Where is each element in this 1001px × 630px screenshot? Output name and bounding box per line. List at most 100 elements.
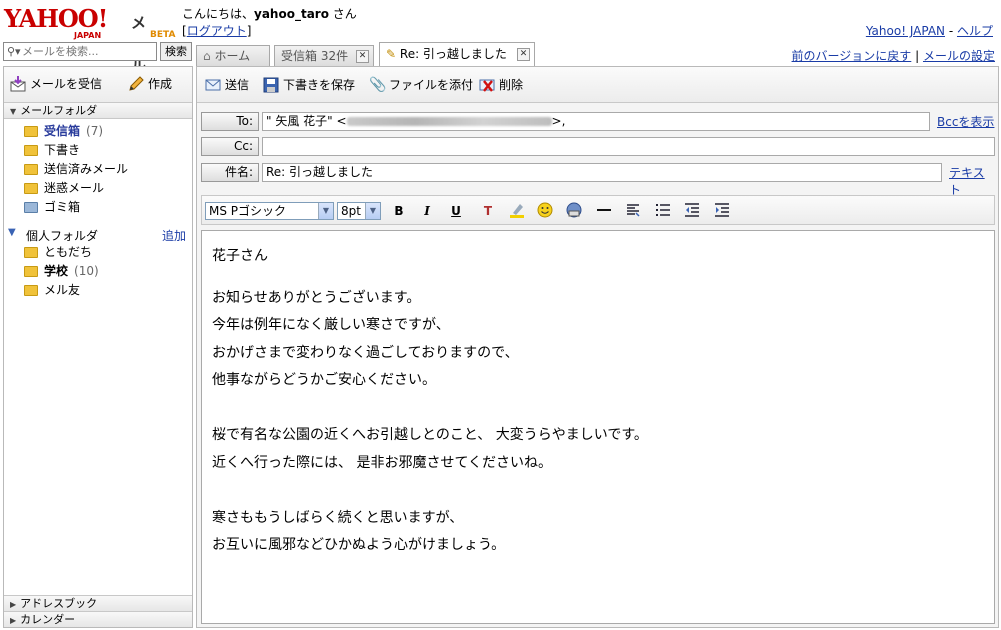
body-line: 他事ながらどうかご安心ください。 (212, 372, 436, 388)
to-field[interactable]: " 矢風 花子" < >, (262, 112, 930, 131)
insert-image-icon[interactable] (565, 202, 583, 220)
unread-count: (7) (86, 124, 104, 138)
plain-text-link[interactable]: テキスト (949, 164, 995, 198)
calendar-header[interactable]: ▶ カレンダー (4, 611, 192, 627)
folder-label: 受信箱 (44, 124, 81, 138)
mail-folders-header[interactable]: ▼ メールフォルダ (4, 103, 192, 119)
delete-button[interactable]: 削除 (479, 76, 523, 93)
font-color-icon[interactable]: T (479, 202, 497, 220)
redacted-email (346, 117, 552, 126)
indent-icon[interactable] (713, 202, 731, 220)
tab-home[interactable]: ⌂ ホーム (196, 45, 270, 66)
delete-icon (479, 77, 495, 93)
old-version-link[interactable]: 前のバージョンに戻す (792, 49, 912, 63)
search-box[interactable]: ⚲▾ (3, 42, 157, 61)
folder-trash[interactable]: ゴミ箱 (24, 198, 192, 217)
font-size-select[interactable]: 8pt ▼ (337, 202, 381, 220)
logo-japan-text: JAPAN (74, 31, 102, 40)
highlight-icon[interactable] (508, 202, 526, 220)
receive-mail-label: メールを受信 (30, 77, 103, 91)
body-line: 寒さももうしばらく続くと思いますが、 (212, 509, 464, 526)
send-button[interactable]: 送信 (205, 76, 249, 93)
close-icon[interactable]: ✕ (517, 48, 530, 61)
search-button[interactable]: 検索 (160, 42, 192, 61)
receive-mail-icon (10, 75, 26, 92)
expand-triangle-icon: ▶ (10, 616, 17, 625)
beta-badge: BETA (150, 30, 176, 40)
sent-folder-icon (24, 164, 38, 175)
search-row: ⚲▾ 検索 (3, 42, 192, 62)
logout-container: [ログアウト] (182, 24, 252, 38)
folder-sent[interactable]: 送信済みメール (24, 160, 192, 179)
subject-label[interactable]: 件名: (201, 163, 259, 182)
bold-icon[interactable]: B (390, 202, 408, 220)
folder-label: 送信済みメール (44, 162, 129, 176)
emoticon-icon[interactable] (536, 202, 554, 220)
search-input[interactable] (22, 44, 152, 59)
cc-button[interactable]: Cc: (201, 137, 259, 156)
help-link[interactable]: ヘルプ (957, 24, 993, 38)
username: yahoo_taro (254, 7, 329, 21)
cc-row: Cc: (201, 137, 995, 157)
collapse-triangle-icon[interactable]: ▼ (8, 227, 16, 238)
format-toolbar: MS Pゴシック ▼ 8pt ▼ B I U T (201, 195, 995, 225)
compose-button[interactable]: 作成 (128, 75, 172, 92)
logout-link[interactable]: ログアウト (187, 24, 247, 38)
to-button[interactable]: To: (201, 112, 259, 131)
header: YAHOO! JAPAN メール BETA こんにちは、yahoo_taro さ… (0, 0, 1001, 74)
add-folder-link[interactable]: 追加 (162, 227, 186, 244)
to-recipient-name: " 矢風 花子" < (266, 114, 347, 128)
logo-yahoo-text: YAHOO! (4, 4, 108, 33)
align-icon[interactable] (624, 202, 642, 220)
compose-label: 作成 (148, 77, 173, 91)
outdent-icon[interactable] (683, 202, 701, 220)
search-icon: ⚲▾ (7, 45, 21, 58)
body-line: 桜で有名な公園の近くへお引越しとのこと、 大変うらやましいです。 (212, 427, 648, 443)
save-icon (263, 77, 279, 93)
mail-folders-heading: メールフォルダ (20, 104, 98, 117)
body-line: 近くへ行った際には、 是非お邪魔させてくださいね。 (212, 454, 553, 471)
folder-icon (24, 285, 38, 296)
mail-settings-link[interactable]: メールの設定 (923, 49, 995, 63)
bullet-list-icon[interactable] (654, 202, 672, 220)
cc-field[interactable] (262, 137, 995, 156)
horizontal-rule-icon[interactable] (595, 202, 613, 220)
personal-folder-list: ともだち 学校 (10) メル友 (4, 243, 192, 300)
tab-compose[interactable]: ✎ Re: 引っ越しました ✕ (379, 42, 535, 66)
collapse-triangle-icon: ▼ (10, 107, 17, 116)
italic-icon[interactable]: I (418, 202, 436, 220)
tab-label: ホーム (214, 49, 251, 63)
folder-spam[interactable]: 迷惑メール (24, 179, 192, 198)
unread-count: (10) (74, 264, 99, 278)
close-icon[interactable]: ✕ (356, 50, 369, 63)
show-bcc-link[interactable]: Bccを表示 (937, 113, 994, 130)
attach-file-button[interactable]: 📎 ファイルを添付 (369, 76, 473, 93)
bottom-sections: ▶ アドレスブック ▶ カレンダー (4, 595, 192, 627)
to-row: To: " 矢風 花子" < >, Bccを表示 (201, 112, 995, 132)
subject-field[interactable]: Re: 引っ越しました (262, 163, 942, 182)
folder-gakkou[interactable]: 学校 (10) (24, 262, 192, 281)
font-family-select[interactable]: MS Pゴシック ▼ (205, 202, 334, 220)
save-draft-label: 下書きを保存 (283, 78, 356, 92)
left-panel: メールを受信 作成 ▼ メールフォルダ 受信箱 (7) 下書き 送信済みメール 迷… (3, 66, 193, 628)
folder-tomodachi[interactable]: ともだち (24, 243, 192, 262)
underline-icon[interactable]: U (447, 202, 465, 220)
subject-row: 件名: Re: 引っ越しました テキスト (201, 163, 995, 197)
folder-drafts[interactable]: 下書き (24, 141, 192, 160)
folder-label: 学校 (44, 264, 69, 278)
folder-inbox[interactable]: 受信箱 (7) (24, 122, 192, 141)
tab-inbox[interactable]: 受信箱 32件 ✕ (274, 45, 374, 66)
send-icon (205, 77, 221, 93)
save-draft-button[interactable]: 下書きを保存 (263, 76, 355, 93)
folder-label: 下書き (44, 143, 81, 157)
chevron-down-icon: ▼ (365, 203, 380, 219)
address-book-header[interactable]: ▶ アドレスブック (4, 595, 192, 611)
message-body-editor[interactable]: 花子さん お知らせありがとうございます。 今年は例年になく厳しい寒さですが、 お… (201, 230, 995, 624)
folder-merutomo[interactable]: メル友 (24, 281, 192, 300)
calendar-label: カレンダー (20, 613, 76, 626)
body-line: 花子さん (212, 248, 268, 264)
receive-mail-button[interactable]: メールを受信 (10, 75, 102, 92)
yahoo-japan-link[interactable]: Yahoo! JAPAN (866, 24, 945, 38)
delete-label: 削除 (499, 78, 524, 92)
